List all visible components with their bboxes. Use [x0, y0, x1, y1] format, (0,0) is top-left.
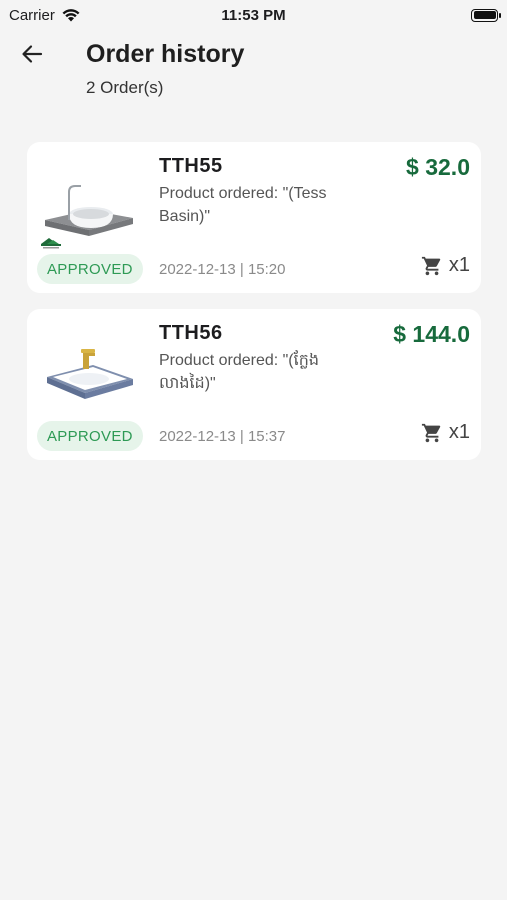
order-date: 2022-12-13 | 15:20 [159, 261, 286, 278]
order-code: TTH55 [159, 155, 223, 177]
cart-icon [421, 256, 441, 275]
quantity-label: x1 [448, 254, 470, 276]
order-card[interactable]: TTH56 $ 144.0 Product ordered: "(ក្លែង ល… [27, 309, 481, 460]
order-quantity: x1 [421, 254, 470, 277]
order-quantity: x1 [421, 421, 470, 444]
order-card[interactable]: TTH55 $ 32.0 Product ordered: "(Tess Bas… [27, 142, 481, 293]
back-button[interactable] [18, 42, 46, 66]
status-bar: Carrier 11:53 PM [0, 0, 507, 30]
cart-icon [421, 423, 441, 442]
order-price: $ 144.0 [393, 321, 470, 347]
quantity-label: x1 [448, 421, 470, 443]
arrow-left-icon [22, 45, 43, 63]
order-date: 2022-12-13 | 15:37 [159, 428, 286, 445]
battery-icon [471, 8, 501, 22]
product-image [47, 349, 133, 399]
order-product: Product ordered: "(Tess Basin)" [159, 185, 327, 225]
page-title: Order history [86, 40, 245, 68]
carrier-group: Carrier [9, 7, 81, 24]
wifi-icon [62, 9, 80, 22]
product-image [41, 185, 133, 249]
order-code: TTH56 [159, 322, 223, 344]
status-badge: APPROVED [37, 421, 143, 451]
carrier-label: Carrier [9, 6, 55, 24]
order-count: 2 Order(s) [86, 78, 164, 97]
status-badge: APPROVED [37, 254, 143, 284]
order-product: Product ordered: "(ក្លែង លាងដៃ)" [159, 352, 320, 392]
order-price: $ 32.0 [406, 154, 470, 180]
